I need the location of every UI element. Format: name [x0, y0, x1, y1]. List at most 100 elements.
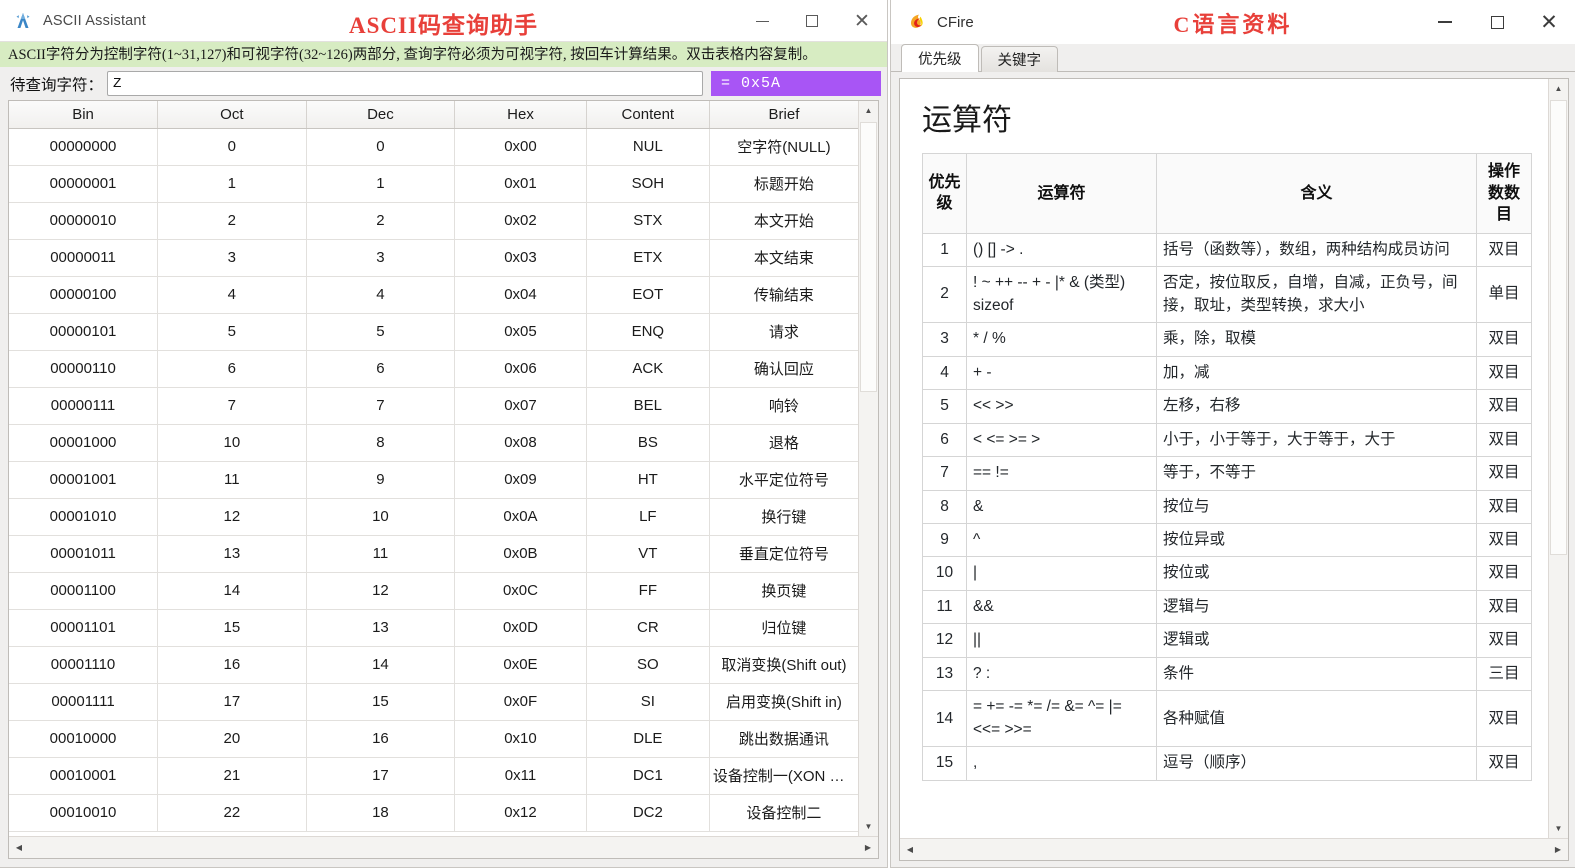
- cell-hex[interactable]: 0x06: [455, 350, 587, 387]
- ascii-vertical-scrollbar[interactable]: ▲ ▼: [858, 101, 878, 836]
- cfire-hscroll-track[interactable]: [920, 840, 1548, 860]
- cell-content[interactable]: LF: [586, 498, 709, 535]
- ascii-vscroll-thumb[interactable]: [860, 122, 877, 392]
- cell-oct[interactable]: 7: [158, 387, 307, 424]
- cell-dec[interactable]: 13: [306, 609, 455, 646]
- cfire-horizontal-scrollbar[interactable]: ◀ ▶: [900, 838, 1568, 860]
- table-row[interactable]: 00000111770x07BEL响铃: [9, 387, 858, 424]
- table-row[interactable]: 00000000000x00NUL空字符(NULL): [9, 128, 858, 165]
- cell-dec[interactable]: 6: [306, 350, 455, 387]
- table-row[interactable]: 00000011330x03ETX本文结束: [9, 239, 858, 276]
- cell-content[interactable]: STX: [586, 202, 709, 239]
- cfire-vertical-scrollbar[interactable]: ▲ ▼: [1548, 79, 1568, 838]
- table-row[interactable]: 0000111016140x0ESO取消变换(Shift out): [9, 646, 858, 683]
- cell-bin[interactable]: 00001101: [9, 609, 158, 646]
- cell-hex[interactable]: 0x11: [455, 757, 587, 794]
- column-header-bin[interactable]: Bin: [9, 101, 158, 128]
- cell-brief[interactable]: 退格: [709, 424, 858, 461]
- table-row[interactable]: 0000111117150x0FSI启用变换(Shift in): [9, 683, 858, 720]
- cell-dec[interactable]: 15: [306, 683, 455, 720]
- cell-hex[interactable]: 0x12: [455, 794, 587, 831]
- cell-hex[interactable]: 0x0F: [455, 683, 587, 720]
- cell-oct[interactable]: 6: [158, 350, 307, 387]
- cell-content[interactable]: NUL: [586, 128, 709, 165]
- cell-bin[interactable]: 00001010: [9, 498, 158, 535]
- table-row[interactable]: 0000101113110x0BVT垂直定位符号: [9, 535, 858, 572]
- table-row[interactable]: 00000101550x05ENQ请求: [9, 313, 858, 350]
- cell-hex[interactable]: 0x0B: [455, 535, 587, 572]
- cell-brief[interactable]: 本文结束: [709, 239, 858, 276]
- cell-oct[interactable]: 2: [158, 202, 307, 239]
- cell-oct[interactable]: 15: [158, 609, 307, 646]
- cell-brief[interactable]: 响铃: [709, 387, 858, 424]
- cell-brief[interactable]: 设备控制一(XON 启用软件速...: [709, 757, 858, 794]
- cell-hex[interactable]: 0x10: [455, 720, 587, 757]
- cell-oct[interactable]: 10: [158, 424, 307, 461]
- cell-brief[interactable]: 跳出数据通讯: [709, 720, 858, 757]
- cell-oct[interactable]: 4: [158, 276, 307, 313]
- cell-hex[interactable]: 0x08: [455, 424, 587, 461]
- cell-oct[interactable]: 0: [158, 128, 307, 165]
- cell-content[interactable]: CR: [586, 609, 709, 646]
- cell-bin[interactable]: 00000001: [9, 165, 158, 202]
- cell-dec[interactable]: 18: [306, 794, 455, 831]
- cell-content[interactable]: ACK: [586, 350, 709, 387]
- cell-hex[interactable]: 0x03: [455, 239, 587, 276]
- cell-hex[interactable]: 0x00: [455, 128, 587, 165]
- cell-oct[interactable]: 13: [158, 535, 307, 572]
- cell-dec[interactable]: 10: [306, 498, 455, 535]
- column-header-oct[interactable]: Oct: [158, 101, 307, 128]
- cell-brief[interactable]: 取消变换(Shift out): [709, 646, 858, 683]
- scroll-right-button[interactable]: ▶: [858, 838, 878, 858]
- scroll-down-button[interactable]: ▼: [1549, 819, 1568, 838]
- cell-dec[interactable]: 4: [306, 276, 455, 313]
- cell-hex[interactable]: 0x05: [455, 313, 587, 350]
- cell-brief[interactable]: 水平定位符号: [709, 461, 858, 498]
- cfire-vscroll-track[interactable]: [1549, 98, 1568, 819]
- cell-dec[interactable]: 2: [306, 202, 455, 239]
- cell-hex[interactable]: 0x0C: [455, 572, 587, 609]
- cell-content[interactable]: SO: [586, 646, 709, 683]
- cell-oct[interactable]: 1: [158, 165, 307, 202]
- minimize-button[interactable]: [1419, 0, 1471, 44]
- cell-bin[interactable]: 00000110: [9, 350, 158, 387]
- cell-brief[interactable]: 归位键: [709, 609, 858, 646]
- cell-brief[interactable]: 传输结束: [709, 276, 858, 313]
- scroll-right-button[interactable]: ▶: [1548, 840, 1568, 860]
- cell-hex[interactable]: 0x04: [455, 276, 587, 313]
- cell-dec[interactable]: 0: [306, 128, 455, 165]
- table-row[interactable]: 0001000020160x10DLE跳出数据通讯: [9, 720, 858, 757]
- table-row[interactable]: 000010011190x09HT水平定位符号: [9, 461, 858, 498]
- cell-oct[interactable]: 16: [158, 646, 307, 683]
- scroll-up-button[interactable]: ▲: [1549, 79, 1568, 98]
- scroll-down-button[interactable]: ▼: [859, 817, 878, 836]
- table-row[interactable]: 000010001080x08BS退格: [9, 424, 858, 461]
- cell-content[interactable]: SOH: [586, 165, 709, 202]
- column-header-brief[interactable]: Brief: [709, 101, 858, 128]
- cell-content[interactable]: FF: [586, 572, 709, 609]
- query-input[interactable]: [107, 71, 703, 96]
- cell-dec[interactable]: 14: [306, 646, 455, 683]
- cell-hex[interactable]: 0x0D: [455, 609, 587, 646]
- column-header-content[interactable]: Content: [586, 101, 709, 128]
- cell-brief[interactable]: 请求: [709, 313, 858, 350]
- cell-oct[interactable]: 22: [158, 794, 307, 831]
- cell-oct[interactable]: 20: [158, 720, 307, 757]
- table-row[interactable]: 0001000121170x11DC1设备控制一(XON 启用软件速...: [9, 757, 858, 794]
- cell-oct[interactable]: 21: [158, 757, 307, 794]
- cfire-vscroll-thumb[interactable]: [1550, 100, 1567, 555]
- cell-brief[interactable]: 换页键: [709, 572, 858, 609]
- cell-dec[interactable]: 11: [306, 535, 455, 572]
- cell-content[interactable]: ETX: [586, 239, 709, 276]
- cell-bin[interactable]: 00000101: [9, 313, 158, 350]
- cell-content[interactable]: DC1: [586, 757, 709, 794]
- cell-brief[interactable]: 垂直定位符号: [709, 535, 858, 572]
- cell-content[interactable]: VT: [586, 535, 709, 572]
- cell-oct[interactable]: 3: [158, 239, 307, 276]
- ascii-hscroll-track[interactable]: [29, 838, 858, 858]
- table-row[interactable]: 00000110660x06ACK确认回应: [9, 350, 858, 387]
- cell-dec[interactable]: 12: [306, 572, 455, 609]
- ascii-vscroll-track[interactable]: [859, 120, 878, 817]
- ascii-horizontal-scrollbar[interactable]: ◀ ▶: [9, 836, 878, 858]
- cell-dec[interactable]: 8: [306, 424, 455, 461]
